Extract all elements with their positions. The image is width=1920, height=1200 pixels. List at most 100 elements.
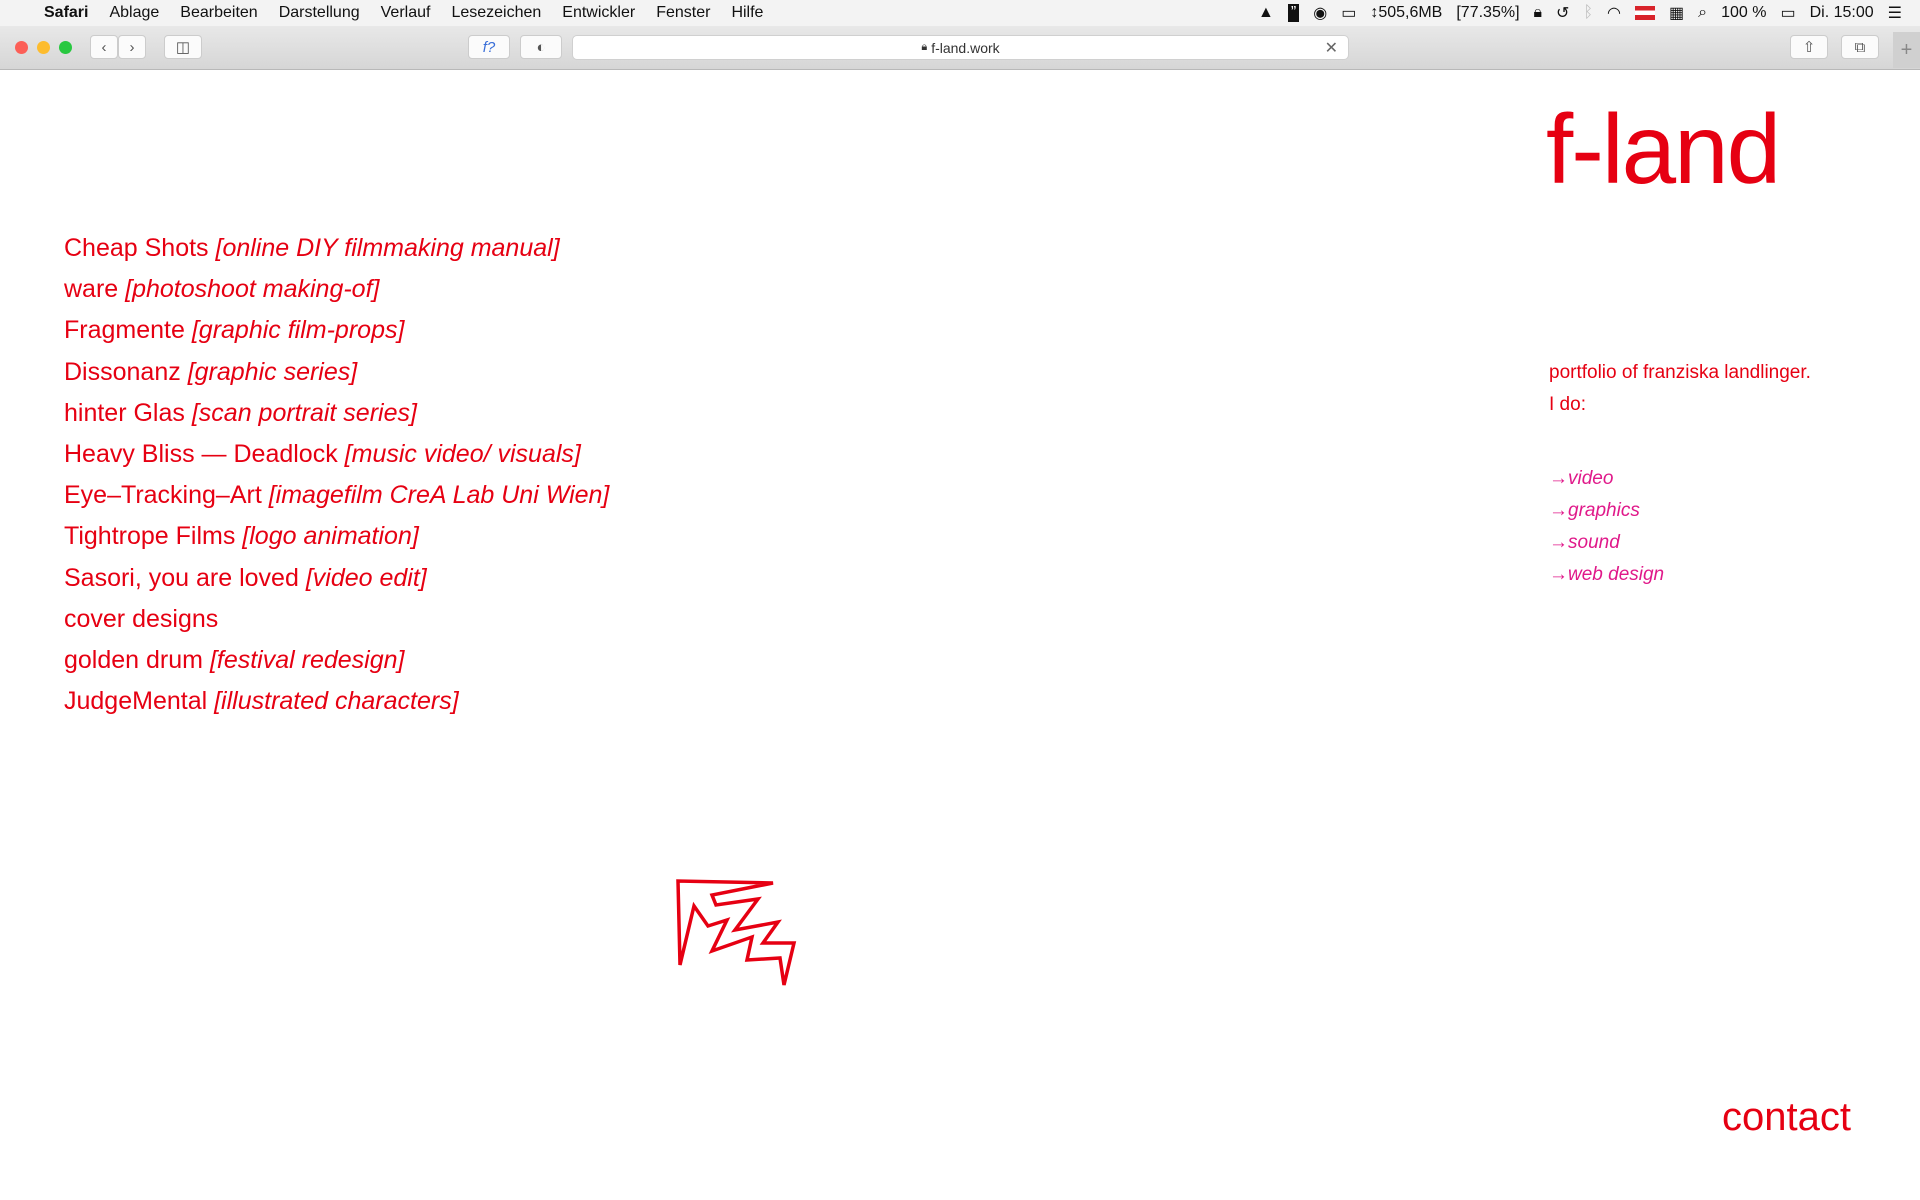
project-tag: [graphic series] [187,357,358,386]
project-name: Cheap Shots [64,234,209,262]
project-tag: [photoshoot making-of] [125,275,380,304]
project-tag: [video edit] [305,563,427,592]
project-name: golden drum [64,645,203,674]
project-tag: [online DIY filmmaking manual] [215,234,560,262]
battery-icon[interactable]: ▭ [1780,3,1795,23]
disc-icon[interactable]: ◉ [1313,3,1327,23]
menu-hilfe[interactable]: Hilfe [731,4,763,22]
url-text: f-land.work [931,39,1000,56]
skill-link-graphics[interactable]: →graphics [1549,495,1664,527]
project-link[interactable]: golden drum [festival redesign] [64,644,609,685]
address-bar[interactable]: 🔒︎ f-land.work ✕ [572,35,1349,60]
project-link[interactable]: ware [photoshoot making-of] [64,273,609,314]
close-window-button[interactable] [15,41,28,54]
notification-list-icon[interactable]: ☰ [1888,3,1902,23]
share-icon: ⇧ [1802,39,1816,56]
battery-status[interactable]: 100 % [1721,4,1766,22]
sidebar-button[interactable]: ◫ [164,35,202,59]
menu-lesezeichen[interactable]: Lesezeichen [451,4,541,22]
project-tag: [imagefilm CreA Lab Uni Wien] [268,481,610,510]
stop-loading-icon[interactable]: ✕ [1325,38,1338,58]
wifi-icon[interactable]: ◠ [1607,3,1621,23]
skill-link-sound[interactable]: →sound [1549,527,1664,559]
privacy-button[interactable]: ◐ [520,35,562,59]
skill-link-video[interactable]: →video [1549,463,1664,495]
menu-bar: Safari Ablage Bearbeiten Darstellung Ver… [0,0,1920,26]
browser-toolbar: ‹ › ◫ f? ◐ 🔒︎ f-land.work ✕ ⇧ ⧉ + [0,26,1920,70]
skill-link-web-design[interactable]: →web design [1549,559,1664,591]
display-icon[interactable]: ▭ [1341,3,1356,23]
about-line: portfolio of franziska landlinger. [1549,362,1811,383]
project-link[interactable]: Heavy Bliss — Deadlock [music video/ vis… [64,438,609,479]
project-name: Fragmente [64,316,185,345]
clock[interactable]: Di. 15:00 [1810,4,1874,22]
search-icon[interactable]: ⌕ [1698,4,1707,22]
forward-button[interactable]: › [118,35,146,59]
project-link[interactable]: JudgeMental [illustrated characters] [64,685,609,726]
menu-bearbeiten[interactable]: Bearbeiten [180,4,257,22]
project-name: ware [64,275,119,304]
project-link[interactable]: Eye–Tracking–Art [imagefilm CreA Lab Uni… [64,479,609,520]
arrow-right-icon: → [1549,532,1568,553]
sidebar-icon: ◫ [175,39,191,56]
project-name: Sasori, you are loved [64,563,299,592]
menu-darstellung[interactable]: Darstellung [279,4,360,22]
minimize-window-button[interactable] [37,41,50,54]
project-name: Eye–Tracking–Art [64,481,262,510]
cpu-status[interactable]: [77.35%] [1456,4,1519,22]
project-list: Cheap Shots [online DIY filmmaking manua… [64,232,609,726]
project-tag: [music video/ visuals] [344,439,581,468]
tabs-button[interactable]: ⧉ [1841,35,1879,59]
skill-label: video [1568,468,1614,489]
project-name: Dissonanz [64,357,181,386]
contact-link[interactable]: contact [1722,1095,1851,1140]
extension-button[interactable]: f? [468,35,510,59]
project-tag: [scan portrait series] [191,398,417,427]
menu-fenster[interactable]: Fenster [656,4,710,22]
project-link[interactable]: Dissonanz [graphic series] [64,356,609,397]
lock-icon[interactable]: 🔒︎ [1534,4,1543,22]
shield-icon: ◐ [536,38,546,56]
tabs-icon: ⧉ [1854,38,1866,56]
menu-verlauf[interactable]: Verlauf [381,4,431,22]
project-tag: [graphic film-props] [191,316,405,345]
skills-list: →video →graphics →sound →web design [1549,463,1664,591]
skill-label: web design [1568,564,1665,585]
memory-status[interactable]: ↕505,6MB [1370,4,1442,22]
quote-icon[interactable]: ” [1287,4,1300,22]
project-link[interactable]: Cheap Shots [online DIY filmmaking manua… [64,232,609,273]
menu-app[interactable]: Safari [44,4,88,22]
skill-label: graphics [1568,500,1640,521]
project-link[interactable]: Fragmente [graphic film-props] [64,314,609,355]
chevron-right-icon: › [129,38,135,56]
menu-ablage[interactable]: Ablage [109,4,159,22]
project-name: hinter Glas [64,398,185,427]
maximize-window-button[interactable] [59,41,72,54]
site-title[interactable]: f-land [1546,100,1781,198]
chevron-left-icon: ‹ [101,38,107,56]
back-button[interactable]: ‹ [90,35,118,59]
menu-entwickler[interactable]: Entwickler [562,4,635,22]
new-tab-button[interactable]: + [1893,32,1920,68]
vlc-icon[interactable]: ▲ [1258,4,1274,22]
project-link[interactable]: Tightrope Films [logo animation] [64,520,609,561]
project-tag: [festival redesign] [209,645,405,674]
about-text: portfolio of franziska landlinger. I do: [1549,357,1811,421]
project-link[interactable]: cover designs [64,603,609,644]
project-tag: [illustrated characters] [214,687,459,716]
keyboard-icon[interactable]: ▦ [1669,3,1684,23]
share-button[interactable]: ⇧ [1790,35,1828,59]
project-link[interactable]: Sasori, you are loved [video edit] [64,562,609,603]
project-link[interactable]: hinter Glas [scan portrait series] [64,397,609,438]
lock-icon: 🔒︎ [921,41,928,53]
flag-icon[interactable] [1635,6,1656,20]
time-machine-icon[interactable]: ↺ [1556,3,1569,23]
project-tag: [logo animation] [242,522,419,551]
project-name: Tightrope Films [64,522,236,551]
project-name: JudgeMental [64,687,208,716]
skill-label: sound [1568,532,1620,553]
arrow-right-icon: → [1549,468,1568,489]
bluetooth-icon[interactable]: ᛒ [1583,4,1593,22]
arrow-right-icon: → [1549,564,1568,585]
about-line: I do: [1549,394,1586,415]
